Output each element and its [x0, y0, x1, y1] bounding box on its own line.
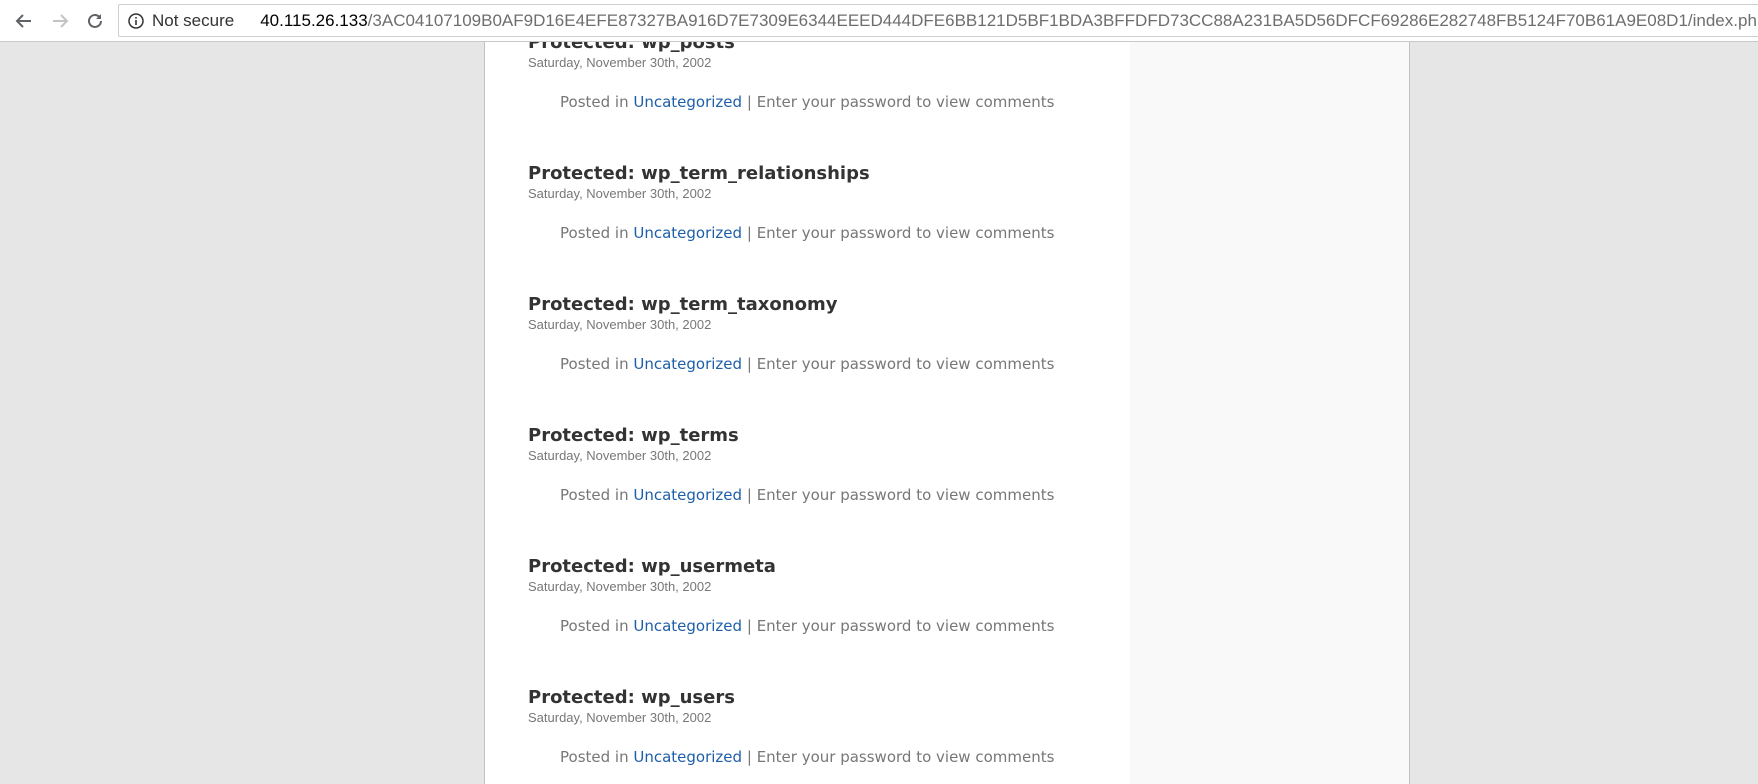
post-meta: Posted in Uncategorized | Enter your pas…	[560, 486, 1054, 504]
post: Protected: wp_term_taxonomy Saturday, No…	[528, 294, 1128, 373]
category-link[interactable]: Uncategorized	[633, 355, 742, 373]
comments-note: Enter your password to view comments	[756, 617, 1055, 635]
info-icon[interactable]	[128, 12, 144, 29]
category-link[interactable]: Uncategorized	[633, 93, 742, 111]
posted-in-label: Posted in	[560, 93, 629, 111]
main-content: Protected: wp_posts Saturday, November 3…	[485, 42, 1130, 784]
category-link[interactable]: Uncategorized	[633, 748, 742, 766]
post-meta: Posted in Uncategorized | Enter your pas…	[560, 617, 1054, 635]
meta-separator: |	[746, 224, 752, 242]
posted-in-label: Posted in	[560, 224, 629, 242]
meta-separator: |	[746, 355, 752, 373]
post-date: Saturday, November 30th, 2002	[528, 710, 712, 725]
post-date: Saturday, November 30th, 2002	[528, 317, 712, 332]
posted-in-label: Posted in	[560, 617, 629, 635]
posted-in-label: Posted in	[560, 486, 629, 504]
meta-separator: |	[746, 748, 752, 766]
post: Protected: wp_terms Saturday, November 3…	[528, 425, 1128, 504]
forward-button[interactable]	[46, 8, 74, 34]
reload-icon	[88, 13, 102, 28]
post-title[interactable]: Protected: wp_term_taxonomy	[528, 294, 1128, 316]
post-date: Saturday, November 30th, 2002	[528, 186, 712, 201]
meta-separator: |	[746, 486, 752, 504]
comments-note: Enter your password to view comments	[756, 486, 1055, 504]
back-button[interactable]	[10, 8, 38, 34]
meta-separator: |	[746, 617, 752, 635]
url-host: 40.115.26.133	[260, 10, 368, 30]
post-meta: Posted in Uncategorized | Enter your pas…	[560, 224, 1054, 242]
post-date: Saturday, November 30th, 2002	[528, 448, 712, 463]
post-meta: Posted in Uncategorized | Enter your pas…	[560, 93, 1054, 111]
post-title[interactable]: Protected: wp_term_relationships	[528, 163, 1128, 185]
post: Protected: wp_posts Saturday, November 3…	[528, 42, 1128, 111]
page-wrapper: Protected: wp_posts Saturday, November 3…	[484, 42, 1410, 784]
post-title[interactable]: Protected: wp_posts	[528, 42, 1128, 54]
post-title[interactable]: Protected: wp_terms	[528, 425, 1128, 447]
post: Protected: wp_users Saturday, November 3…	[528, 687, 1128, 766]
meta-separator: |	[746, 93, 752, 111]
posted-in-label: Posted in	[560, 748, 629, 766]
browser-toolbar: Not secure 40.115.26.133/3AC04107109B0AF…	[0, 0, 1758, 42]
comments-note: Enter your password to view comments	[756, 355, 1055, 373]
category-link[interactable]: Uncategorized	[633, 224, 742, 242]
security-label[interactable]: Not secure	[152, 11, 234, 31]
post: Protected: wp_term_relationships Saturda…	[528, 163, 1128, 242]
post-meta: Posted in Uncategorized | Enter your pas…	[560, 355, 1054, 373]
address-bar[interactable]: Not secure 40.115.26.133/3AC04107109B0AF…	[118, 4, 1758, 37]
arrow-right-icon	[53, 14, 69, 28]
reload-button[interactable]	[81, 8, 109, 34]
post-date: Saturday, November 30th, 2002	[528, 55, 712, 70]
comments-note: Enter your password to view comments	[756, 748, 1055, 766]
category-link[interactable]: Uncategorized	[633, 617, 742, 635]
comments-note: Enter your password to view comments	[756, 93, 1055, 111]
category-link[interactable]: Uncategorized	[633, 486, 742, 504]
comments-note: Enter your password to view comments	[756, 224, 1055, 242]
posted-in-label: Posted in	[560, 355, 629, 373]
url-path: /3AC04107109B0AF9D16E4EFE87327BA916D7E73…	[367, 10, 1758, 30]
arrow-left-icon	[15, 14, 31, 28]
post: Protected: wp_usermeta Saturday, Novembe…	[528, 556, 1128, 635]
post-title[interactable]: Protected: wp_users	[528, 687, 1128, 709]
post-date: Saturday, November 30th, 2002	[528, 579, 712, 594]
post-meta: Posted in Uncategorized | Enter your pas…	[560, 748, 1054, 766]
post-title[interactable]: Protected: wp_usermeta	[528, 556, 1128, 578]
